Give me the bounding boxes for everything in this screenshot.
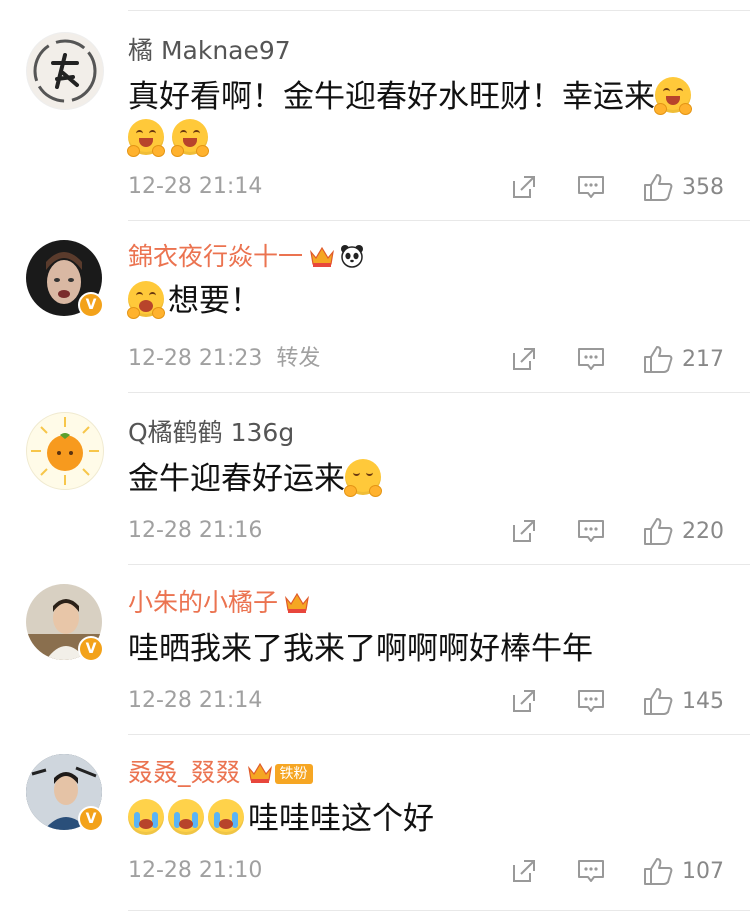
verified-icon: V: [78, 292, 104, 318]
like-count: 107: [682, 858, 724, 884]
username[interactable]: Q橘鹤鹤 136g: [128, 418, 294, 448]
divider: [128, 910, 750, 911]
comment-time: 12-28 21:10: [128, 858, 263, 883]
verified-icon: V: [78, 806, 104, 832]
share-icon[interactable]: [510, 345, 538, 373]
comment-time: 12-28 21:23: [128, 346, 263, 371]
comment-text: 哇哇哇这个好: [128, 798, 728, 840]
comment-meta: 12-28 21:10: [128, 856, 276, 886]
divider: [128, 220, 750, 221]
comment-text-content: 金牛迎春好运来: [128, 461, 345, 497]
scared-emoji: [127, 281, 165, 319]
comment-item: Q橘鹤鹤 136g 金牛迎春好运来 12-28 21:16 220: [0, 392, 750, 564]
share-icon[interactable]: [510, 687, 538, 715]
panda-icon: [341, 245, 364, 268]
divider: [128, 734, 750, 735]
comment-time: 12-28 21:14: [128, 688, 263, 713]
divider: [128, 564, 750, 565]
comment-item: V 錦衣夜行焱十一 想要！ 12-28 21:23 转发 217: [0, 220, 750, 392]
grin-emoji: [171, 119, 209, 157]
username-text: 小朱的小橘子: [128, 588, 279, 617]
comment-item: 橘 Maknae97 真好看啊！金牛迎春好水旺财！幸运来 12-28 21:14…: [0, 10, 750, 220]
comment-icon[interactable]: [576, 857, 606, 885]
comment-time: 12-28 21:14: [128, 174, 263, 199]
crown-icon: [247, 762, 272, 783]
comment-meta: 12-28 21:23 转发: [128, 344, 334, 374]
grin-emoji: [127, 119, 165, 157]
username[interactable]: 叒叒_叕叕 铁粉: [128, 758, 313, 788]
comment-text: 真好看啊！金牛迎春好水旺财！幸运来: [127, 76, 728, 160]
divider: [128, 392, 750, 393]
comment-actions: 145: [510, 684, 724, 718]
username[interactable]: 小朱的小橘子: [128, 588, 310, 618]
cry-emoji: [208, 799, 244, 835]
like-count: 220: [682, 518, 724, 544]
comment-actions: 107: [510, 854, 724, 888]
like-icon[interactable]: [642, 856, 674, 886]
comment-text-content: 哇哇哇这个好: [248, 801, 434, 837]
comment-icon[interactable]: [576, 345, 606, 373]
comment-actions: 220: [510, 514, 724, 548]
comment-meta: 12-28 21:14: [128, 686, 276, 716]
cry-emoji: [168, 799, 204, 835]
like-icon[interactable]: [642, 516, 674, 546]
username-text: 叒叒_叕叕: [128, 758, 241, 787]
fan-badge: 铁粉: [274, 764, 313, 784]
share-icon[interactable]: [510, 857, 538, 885]
comment-actions: 358: [510, 170, 724, 204]
comment-actions: 217: [510, 342, 724, 376]
comment-icon[interactable]: [576, 687, 606, 715]
like-count: 145: [682, 688, 724, 714]
like-icon[interactable]: [642, 686, 674, 716]
like-icon[interactable]: [642, 172, 674, 202]
avatar[interactable]: [26, 32, 104, 110]
comment-meta: 12-28 21:16: [128, 516, 276, 546]
like-count: 217: [682, 346, 724, 372]
avatar[interactable]: [26, 412, 104, 490]
divider: [128, 10, 750, 11]
comment-text-content: 哇晒我来了我来了啊啊啊好棒牛年: [128, 631, 593, 667]
comment-item: V 叒叒_叕叕 铁粉 哇哇哇这个好 12-28 21:10 107: [0, 734, 750, 915]
comment-time: 12-28 21:16: [128, 518, 263, 543]
share-icon[interactable]: [510, 517, 538, 545]
blush-emoji: [344, 459, 382, 497]
verified-icon: V: [78, 636, 104, 662]
comment-text-content: 想要！: [168, 283, 261, 319]
comment-text: 想要！: [127, 280, 728, 322]
comment-icon[interactable]: [576, 517, 606, 545]
cry-emoji: [128, 799, 164, 835]
comment-text: 金牛迎春好运来: [128, 458, 728, 500]
comment-text: 哇晒我来了我来了啊啊啊好棒牛年: [128, 628, 728, 670]
repost-link[interactable]: 转发: [276, 346, 320, 371]
comment-text-content: 真好看啊！金牛迎春好水旺财！幸运来: [128, 79, 655, 115]
comment-meta: 12-28 21:14: [128, 172, 276, 202]
crown-icon: [310, 246, 334, 267]
username-text: 錦衣夜行焱十一: [128, 242, 304, 271]
grin-emoji: [654, 77, 692, 115]
username[interactable]: 錦衣夜行焱十一: [128, 242, 365, 272]
like-count: 358: [682, 174, 724, 200]
share-icon[interactable]: [510, 173, 538, 201]
crown-icon: [285, 592, 309, 613]
comment-icon[interactable]: [576, 173, 606, 201]
comment-item: V 小朱的小橘子 哇晒我来了我来了啊啊啊好棒牛年 12-28 21:14 145: [0, 564, 750, 734]
username[interactable]: 橘 Maknae97: [128, 36, 291, 66]
like-icon[interactable]: [642, 344, 674, 374]
